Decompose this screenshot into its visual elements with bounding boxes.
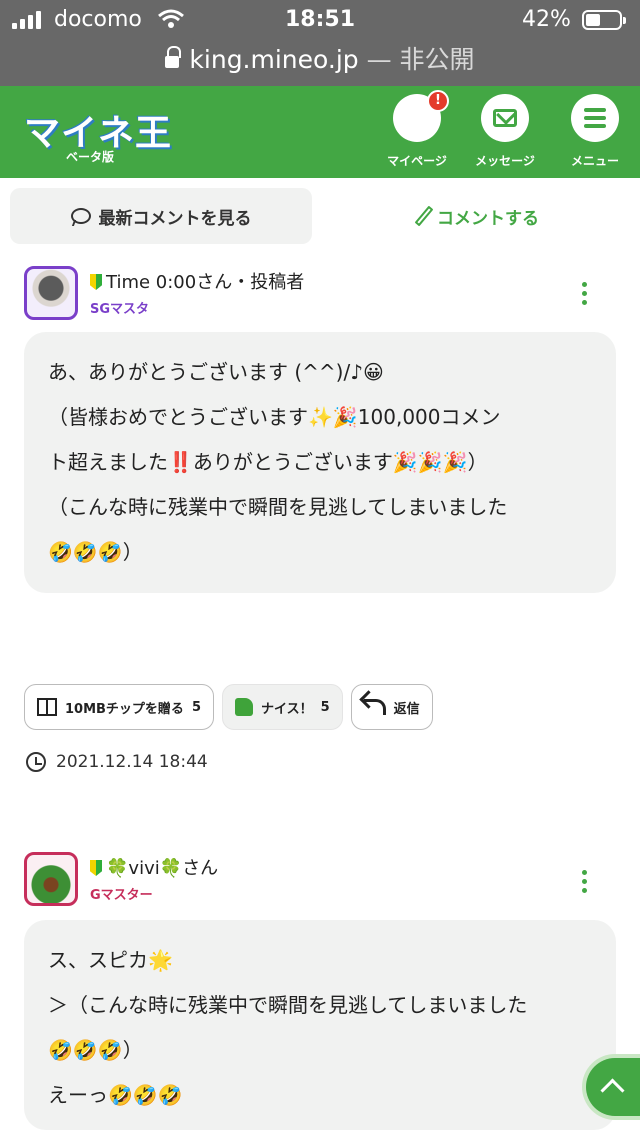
url-host: king.mineo.jp [189, 45, 359, 74]
url-bar[interactable]: king.mineo.jp — 非公開 [0, 40, 640, 76]
comment-bubble-icon [70, 208, 91, 224]
comment-line: （こんな時に残業中で瞬間を見逃してしまいました [48, 495, 508, 519]
comment-body: ス、スピカ🌟 ＞（こんな時に残業中で瞬間を見逃してしまいました 🤣🤣🤣） えーっ… [24, 920, 616, 1130]
user-rank: Gマスター [90, 888, 153, 903]
url-privacy-label: — 非公開 [358, 45, 475, 74]
status-bar: docomo 18:51 42% [0, 6, 640, 36]
menu-button [571, 94, 619, 142]
beginner-mark-icon [90, 860, 102, 876]
avatar: ! [393, 90, 449, 142]
nice-button[interactable]: ナイス！ 5 [221, 684, 343, 730]
lock-icon [165, 46, 182, 70]
battery-icon [582, 10, 626, 30]
gift-icon [37, 698, 57, 716]
nav-mypage-label: マイページ [387, 154, 447, 168]
comment-line: 🤣🤣🤣） [48, 1038, 143, 1062]
avatar[interactable] [24, 852, 78, 906]
beta-label: ベータ版 [66, 150, 115, 164]
post-timestamp: 2021.12.14 18:44 [26, 752, 208, 772]
clock-icon [26, 752, 46, 772]
write-comment-label: コメントする [437, 208, 539, 229]
browser-top-bar: docomo 18:51 42% king.mineo.jp — 非公開 [0, 0, 640, 86]
write-comment-button[interactable]: コメントする [330, 188, 630, 244]
comment-line: ト超えました‼️ありがとうございます🎉🎉🎉） [48, 450, 488, 474]
mail-icon [493, 109, 517, 127]
post-username-text: 🍀vivi🍀さん [106, 858, 219, 879]
reply-label: 返信 [393, 701, 420, 717]
post-username[interactable]: 🍀vivi🍀さん [90, 854, 218, 880]
latest-comments-button[interactable]: 最新コメントを見る [10, 188, 312, 244]
comment-line: （皆様おめでとうございます✨🎉100,000コメン [48, 405, 501, 429]
battery-percent: 42% [522, 7, 571, 32]
nav-messages[interactable]: メッセージ [460, 94, 550, 169]
post-date: 2021.12.14 18:44 [56, 752, 208, 772]
post-username[interactable]: Time 0:00さん・投稿者 [90, 268, 304, 294]
latest-comments-label: 最新コメントを見る [98, 208, 252, 229]
post-username-text: Time 0:00さん・投稿者 [106, 272, 305, 293]
more-options-icon[interactable] [582, 282, 588, 309]
beginner-mark-icon [90, 274, 102, 290]
user-rank: SGマスタ [90, 302, 150, 317]
nav-menu-label: メニュー [570, 154, 619, 168]
reply-button[interactable]: 返信 [350, 684, 433, 730]
avatar[interactable] [24, 266, 78, 320]
notification-badge: ! [427, 90, 449, 112]
nice-label: ナイス！ [260, 701, 313, 717]
pencil-icon [414, 205, 434, 227]
comment-line: ＞（こんな時に残業中で瞬間を見逃してしまいました [48, 993, 528, 1017]
site-header: マイネ王 ベータ版 ! マイページ メッセージ メニュー [0, 86, 640, 178]
nice-count: 5 [320, 699, 330, 715]
comment-body: あ、ありがとうございます (^^)/♪😀 （皆様おめでとうございます✨🎉100,… [24, 332, 616, 593]
menu-icon [584, 108, 606, 128]
nav-messages-label: メッセージ [475, 154, 535, 168]
comment-line: 🤣🤣🤣） [48, 540, 143, 564]
comment-line: えーっ🤣🤣🤣 [48, 1083, 183, 1107]
nav-menu[interactable]: メニュー [550, 94, 640, 169]
message-button [481, 94, 529, 142]
tip-button[interactable]: 10MBチップを贈る 5 [24, 684, 214, 730]
post-actions: 10MBチップを贈る 5 ナイス！ 5 返信 [24, 684, 433, 730]
reply-icon [363, 699, 386, 715]
tip-label: 10MBチップを贈る [65, 701, 184, 717]
nav-mypage[interactable]: ! マイページ [372, 90, 462, 169]
scroll-to-top-button[interactable] [586, 1058, 640, 1116]
thumbs-up-icon [234, 698, 253, 716]
tip-count: 5 [191, 699, 201, 715]
comment-line: ス、スピカ🌟 [48, 948, 173, 972]
comment-line: あ、ありがとうございます (^^)/♪😀 [48, 360, 384, 384]
more-options-icon[interactable] [582, 870, 588, 897]
